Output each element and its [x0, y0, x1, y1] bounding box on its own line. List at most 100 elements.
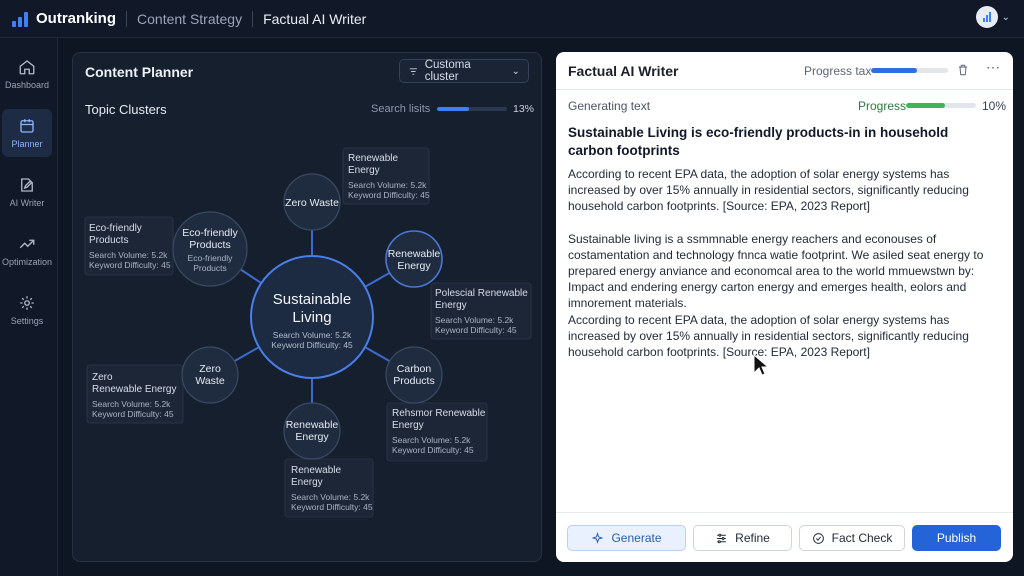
sidebar-item-optimization[interactable]: Optimization — [2, 227, 52, 275]
node-label: Energy — [397, 260, 431, 272]
info-card-title: Zero — [92, 372, 113, 383]
cluster-node-zero-waste[interactable]: Zero Waste — [181, 346, 239, 404]
info-card-title: Eco-friendly — [89, 223, 142, 234]
cluster-info-card[interactable]: Rehsmor Renewable Energy Search Volume: … — [386, 402, 488, 462]
section-title: Topic Clusters — [85, 102, 167, 117]
check-circle-icon — [812, 532, 824, 544]
sliders-icon — [717, 533, 726, 543]
avatar[interactable] — [975, 6, 998, 28]
refine-button-label: Refine — [735, 531, 770, 545]
sidebar-item-planner[interactable]: Planner — [2, 109, 52, 157]
info-card-title: Energy — [291, 477, 323, 488]
refine-button[interactable]: Refine — [693, 525, 792, 551]
node-label: Products — [189, 239, 230, 251]
cluster-dropdown[interactable]: Customa cluster ⌄ — [399, 59, 529, 83]
cluster-info-card[interactable]: Renewable Energy Search Volume: 5.2k Key… — [284, 458, 374, 518]
info-card-title: Renewable — [291, 465, 341, 476]
info-card-volume: Search Volume: 5.2k — [89, 250, 168, 260]
fact-check-button[interactable]: Fact Check — [799, 525, 905, 551]
cluster-node-eco-friendly-products[interactable]: Eco-friendly Products Eco-friendly Produ… — [172, 211, 248, 287]
node-label: Waste — [195, 375, 225, 387]
info-card-title: Rehsmor Renewable — [392, 408, 486, 419]
center-volume: Search Volume: 5.2k — [273, 330, 352, 340]
publish-button[interactable]: Publish — [912, 525, 1001, 551]
cluster-node-renewable-energy[interactable]: Renewable Energy — [385, 230, 443, 288]
info-card-volume: Search Volume: 5.2k — [92, 399, 171, 409]
cluster-center-node[interactable]: Sustainable Living Search Volume: 5.2k K… — [250, 255, 374, 379]
node-label: Zero Waste — [285, 197, 339, 209]
cluster-info-card[interactable]: Polescial Renewable Energy Search Volume… — [430, 282, 532, 340]
document-paragraph[interactable]: According to recent EPA data, the adopti… — [568, 166, 1000, 214]
writer-header: Factual AI Writer Progress tax ⋯ — [556, 52, 1013, 90]
breadcrumb-divider — [126, 10, 128, 27]
cluster-info-card[interactable]: Renewable Energy Search Volume: 5.2k Key… — [342, 147, 430, 205]
more-options-icon[interactable]: ⋯ — [986, 59, 1001, 76]
progress-label: Progress — [858, 99, 907, 113]
filter-icon — [409, 67, 417, 75]
chevron-down-icon: ⌄ — [1001, 11, 1010, 23]
writer-action-bar: Generate Refine Fact Check Publish — [556, 512, 1013, 562]
center-title: Sustainable — [273, 291, 351, 308]
trash-icon[interactable] — [956, 63, 970, 77]
node-sublabel: Eco-friendly — [188, 253, 234, 263]
document-title[interactable]: Sustainable Living is eco-friendly produ… — [568, 124, 993, 160]
search-limits-fill — [437, 107, 469, 111]
breadcrumb-content-strategy[interactable]: Content Strategy — [137, 11, 242, 27]
info-card-volume: Search Volume: 5.2k — [291, 492, 370, 502]
gear-icon — [20, 296, 34, 310]
cluster-node-renewable-energy[interactable]: Renewable Energy — [283, 402, 341, 460]
search-limits-percent: 13% — [513, 103, 535, 115]
node-label: Renewable — [286, 419, 339, 431]
panel-title: Factual AI Writer — [568, 63, 679, 79]
info-card-title: Polescial Renewable — [435, 288, 528, 299]
center-title: Living — [292, 309, 331, 326]
breadcrumb-divider — [252, 10, 254, 27]
sidebar-item-label: Settings — [10, 316, 44, 326]
topic-cluster-graph: Renewable Energy Search Volume: 5.2k Key… — [84, 147, 532, 518]
progress-tax-bar — [871, 68, 948, 73]
progress-fill — [906, 103, 945, 108]
info-card-difficulty: Keyword Difficulty: 45 — [291, 502, 373, 512]
document-paragraph[interactable]: Sustainable living is a ssmmnable energy… — [568, 231, 1000, 311]
cluster-info-card[interactable]: Eco-friendly Products Search Volume: 5.2… — [84, 216, 174, 276]
top-bar: Outranking Content Strategy Factual AI W… — [0, 0, 1024, 38]
cluster-node-carbon-products[interactable]: Carbon Products — [385, 346, 443, 404]
node-label: Zero — [199, 363, 221, 375]
progress-tax-fill — [871, 68, 918, 73]
account-menu[interactable]: ⌄ — [975, 6, 1010, 28]
search-limits-label: Search lisits — [371, 103, 431, 115]
brand-name[interactable]: Outranking — [36, 10, 116, 27]
node-label: Carbon — [397, 363, 432, 375]
sidebar-item-label: Planner — [11, 139, 43, 149]
document-paragraph[interactable]: According to recent EPA data, the adopti… — [568, 312, 1000, 360]
generate-button[interactable]: Generate — [567, 525, 686, 551]
sidebar: Dashboard Planner AI Writer Optimization… — [0, 38, 58, 576]
node-label: Products — [393, 375, 434, 387]
trend-up-icon — [19, 239, 35, 249]
cluster-node-zero-waste[interactable]: Zero Waste — [283, 173, 341, 231]
generating-status: Generating text — [568, 99, 651, 113]
cluster-info-card[interactable]: Zero Renewable Energy Search Volume: 5.2… — [86, 364, 184, 424]
generate-button-label: Generate — [611, 531, 662, 545]
info-card-title: Renewable — [348, 153, 398, 164]
sidebar-item-label: AI Writer — [9, 198, 45, 208]
content-planner-panel: Renewable Energy Search Volume: 5.2k Key… — [72, 52, 542, 562]
sidebar-item-label: Dashboard — [4, 80, 50, 90]
edit-icon — [21, 178, 33, 192]
ai-writer-panel: Factual AI Writer Progress tax ⋯ Generat… — [556, 52, 1013, 562]
info-card-volume: Search Volume: 5.2k — [348, 180, 427, 190]
info-card-difficulty: Keyword Difficulty: 45 — [348, 190, 430, 200]
sidebar-item-ai-writer[interactable]: AI Writer — [2, 168, 52, 216]
info-card-title: Products — [89, 235, 128, 246]
cluster-dropdown-value: Customa cluster — [424, 59, 471, 83]
breadcrumb-factual-ai-writer[interactable]: Factual AI Writer — [263, 11, 366, 27]
sidebar-item-settings[interactable]: Settings — [2, 286, 52, 334]
sidebar-item-label: Optimization — [1, 257, 53, 267]
info-card-title: Energy — [435, 300, 467, 311]
info-card-volume: Search Volume: 5.2k — [435, 315, 514, 325]
progress-percent: 10% — [982, 99, 1007, 113]
node-label: Renewable — [388, 248, 441, 260]
center-difficulty: Keyword Difficulty: 45 — [271, 340, 353, 350]
sidebar-item-dashboard[interactable]: Dashboard — [2, 50, 52, 98]
home-icon — [19, 60, 35, 75]
